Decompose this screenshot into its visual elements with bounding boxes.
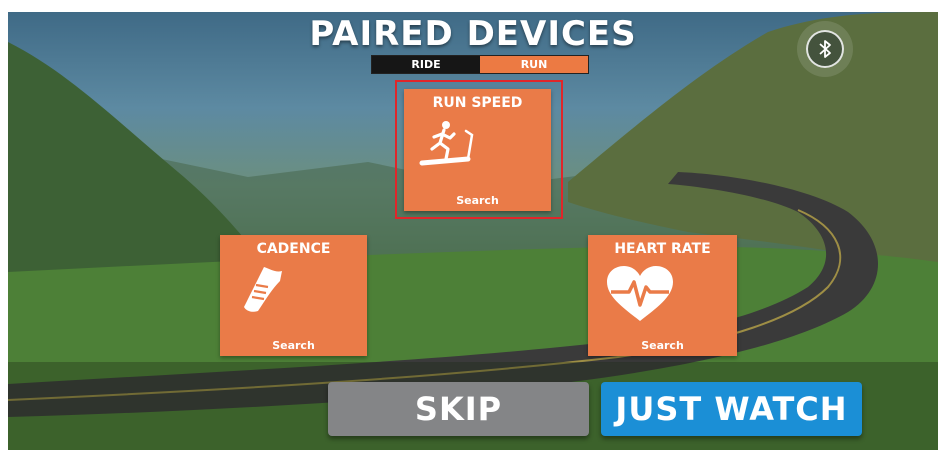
heart-rate-tile[interactable]: HEART RATE Search <box>588 235 737 356</box>
cadence-tile[interactable]: CADENCE Search <box>220 235 367 356</box>
heart-pulse-icon <box>607 266 673 321</box>
ride-run-toggle[interactable]: RIDE RUN <box>371 55 589 74</box>
game-screen: PAIRED DEVICES RIDE RUN RUN SPEED Search… <box>8 12 938 450</box>
selection-highlight <box>395 80 563 219</box>
cadence-title: CADENCE <box>256 241 331 257</box>
mode-run-option[interactable]: RUN <box>480 56 588 73</box>
heart-rate-status: Search <box>641 339 684 352</box>
skip-button[interactable]: SKIP <box>328 382 589 436</box>
mode-ride-option[interactable]: RIDE <box>372 56 480 73</box>
heart-rate-title: HEART RATE <box>614 241 711 257</box>
cadence-status: Search <box>272 339 315 352</box>
bluetooth-button[interactable] <box>806 30 844 68</box>
bluetooth-icon <box>819 40 831 58</box>
running-shoe-icon <box>244 267 282 312</box>
page-title: PAIRED DEVICES <box>309 14 637 54</box>
just-watch-button[interactable]: JUST WATCH <box>601 382 862 436</box>
